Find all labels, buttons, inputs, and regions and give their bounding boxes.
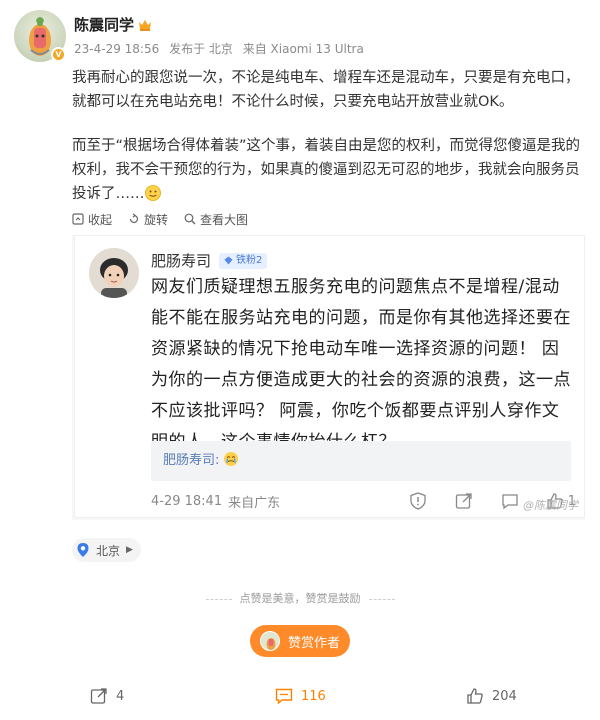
forward-icon: [90, 688, 107, 704]
post-location-label: 发布于 北京: [169, 42, 233, 56]
author-name-row: 陈震同学: [74, 14, 152, 34]
author-name[interactable]: 陈震同学: [74, 14, 134, 35]
smile-emoji-icon: [144, 185, 161, 201]
image-actions: 收起 旋转 查看大图: [72, 209, 264, 229]
share-icon: [454, 491, 474, 511]
crown-icon: [138, 17, 152, 31]
diamond-icon: [224, 256, 233, 265]
quoted-from: 来自广东: [228, 495, 281, 511]
quoted-user-avatar: [89, 248, 139, 298]
quoted-user-name: 肥肠寿司: [151, 252, 212, 270]
divider-right: [368, 598, 395, 600]
quoted-time: 4-29 18:41: [151, 493, 223, 509]
collapse-image-button[interactable]: 收起: [72, 211, 112, 228]
post-meta: 23-4-29 18:56 发布于 北京 来自 Xiaomi 13 Ultra: [74, 40, 370, 57]
view-large-label: 查看大图: [200, 212, 249, 227]
collapse-icon: [72, 213, 84, 225]
reward-note: 点赞是美意，赞赏是鼓励: [0, 590, 600, 606]
comment-button[interactable]: 116: [275, 682, 326, 710]
post-header: V 陈震同学 23-4-29 18:56 发布于 北京 来自 Xiaomi 13…: [14, 10, 574, 66]
quoted-reply: 肥肠寿司:: [151, 441, 571, 481]
rotate-icon: [129, 213, 139, 224]
reward-author-avatar: [260, 631, 280, 651]
verified-badge-icon: V: [51, 47, 66, 62]
divider-left: [205, 598, 232, 600]
location-pin-icon: [77, 543, 89, 557]
reward-note-text: 点赞是美意，赞赏是鼓励: [239, 592, 361, 605]
post-paragraph-2-wrapper: 而至于“根据场合得体着装”这个事，着装自由是您的权利，而觉得您傻逼是我的权利，我…: [72, 134, 588, 206]
rotate-label: 旋转: [144, 212, 169, 227]
post-date[interactable]: 23-4-29 18:56: [74, 42, 159, 56]
post-body: 我再耐心的跟您说一次，不论是纯电车、增程车还是混动车，只要是有充电口，就都可以在…: [72, 66, 588, 206]
like-button[interactable]: 204: [466, 682, 517, 710]
quoted-reply-name: 肥肠寿司:: [163, 453, 220, 468]
view-large-image-button[interactable]: 查看大图: [184, 211, 248, 228]
comment-icon: [500, 491, 520, 511]
thumbs-up-icon: [467, 688, 483, 704]
quoted-name-row: 肥肠寿司 铁粉2: [151, 250, 268, 271]
location-label: 北京: [96, 543, 121, 558]
reward-button-label: 赞赏作者: [288, 635, 341, 651]
post-device: 来自 Xiaomi 13 Ultra: [242, 42, 364, 56]
quoted-comment-text: 网友们质疑理想五服务充电的问题焦点不是增程/混动能不能在服务站充电的问题，而是你…: [151, 277, 571, 452]
like-count: 204: [492, 688, 517, 704]
quoted-screenshot[interactable]: 肥肠寿司 铁粉2 网友们质疑理想五服务充电的问题焦点不是增程/混动能不能在服务站…: [72, 235, 585, 520]
forward-count: 4: [116, 688, 125, 704]
collapse-label: 收起: [88, 212, 113, 227]
fan-badge: 铁粉2: [219, 252, 268, 269]
comment-icon: [275, 688, 293, 705]
crying-emoji-icon: [223, 444, 239, 466]
image-watermark: @陈震同学: [523, 499, 578, 512]
quoted-footer: 4-29 18:41 来自广东 1: [151, 489, 576, 513]
post-paragraph-1: 我再耐心的跟您说一次，不论是纯电车、增程车还是混动车，只要是有充电口，就都可以在…: [72, 70, 580, 110]
bottom-toolbar: 4 116 204: [0, 682, 600, 712]
quoted-comment: 肥肠寿司 铁粉2 网友们质疑理想五服务充电的问题焦点不是增程/混动能不能在服务站…: [74, 235, 585, 518]
comment-count: 116: [301, 688, 326, 704]
chevron-right-icon: ▶: [126, 545, 133, 555]
shield-icon: [408, 491, 428, 511]
magnify-icon: [184, 213, 196, 225]
reward-author-button[interactable]: 赞赏作者: [250, 625, 350, 657]
forward-button[interactable]: 4: [90, 682, 124, 710]
location-tag[interactable]: 北京 ▶: [72, 538, 141, 562]
fan-badge-label: 铁粉2: [236, 254, 263, 266]
rotate-image-button[interactable]: 旋转: [128, 211, 168, 228]
